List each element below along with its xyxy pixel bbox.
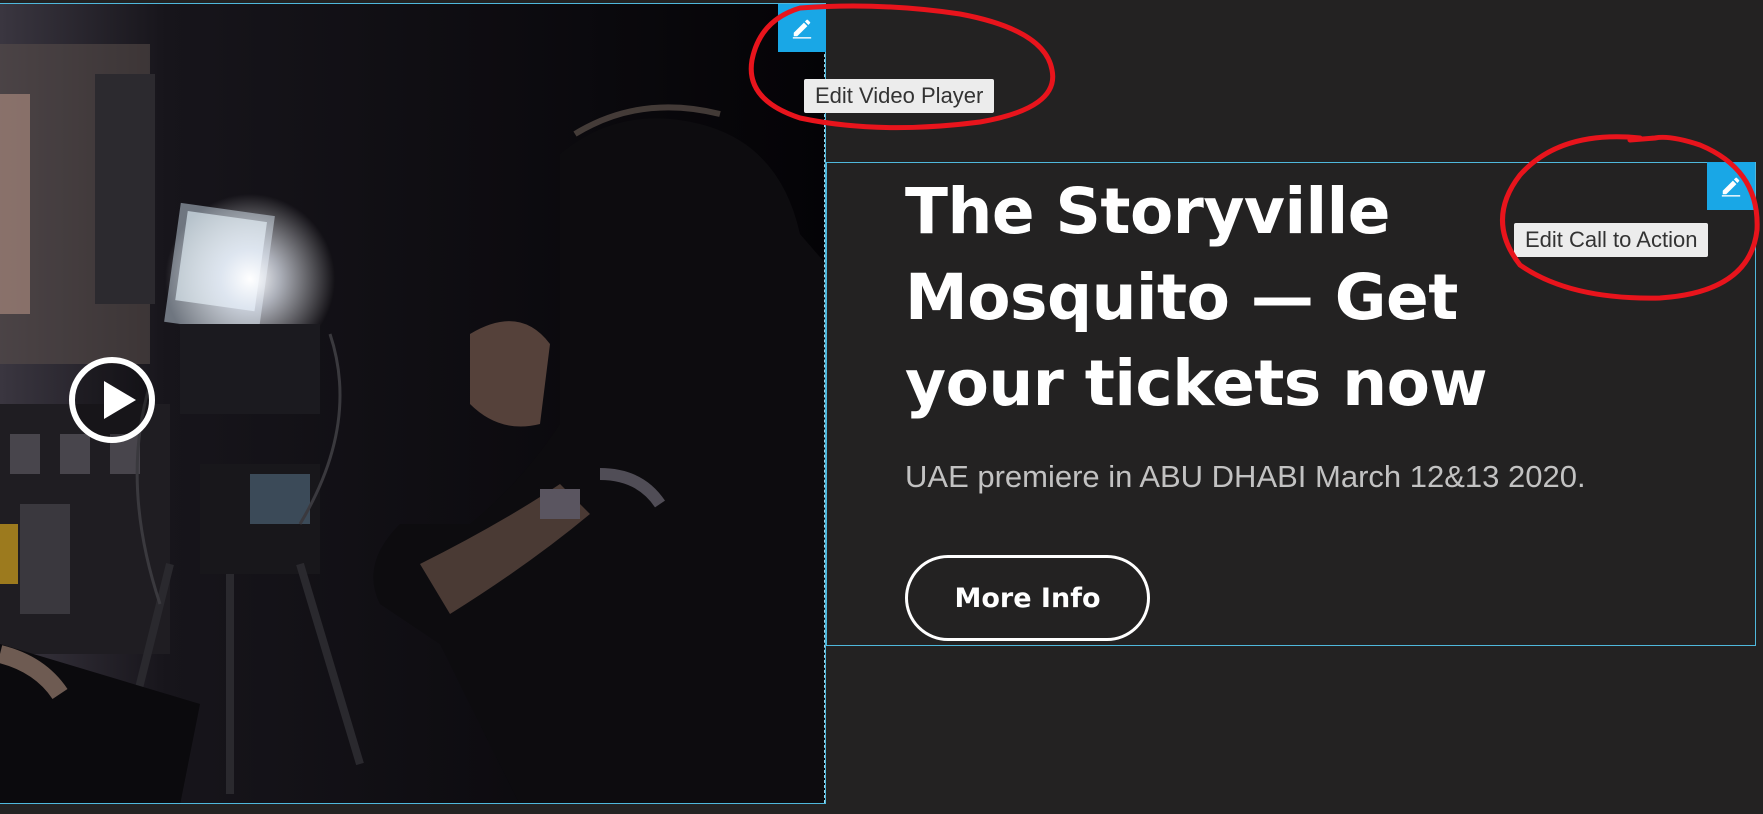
edit-video-player-tooltip: Edit Video Player xyxy=(804,79,995,113)
pencil-icon xyxy=(1721,177,1741,197)
cta-title: The Storyville Mosquito — Get your ticke… xyxy=(905,175,1488,420)
more-info-button[interactable]: More Info xyxy=(905,555,1150,641)
play-icon xyxy=(104,381,136,419)
edit-video-player-button[interactable] xyxy=(778,4,826,52)
edit-call-to-action-tooltip: Edit Call to Action xyxy=(1514,223,1709,257)
cta-description: UAE premiere in ABU DHABI March 12&13 20… xyxy=(905,459,1586,494)
pencil-icon xyxy=(792,19,812,39)
video-player[interactable] xyxy=(0,3,826,804)
play-button[interactable] xyxy=(69,357,155,443)
edit-call-to-action-button[interactable] xyxy=(1707,162,1755,210)
